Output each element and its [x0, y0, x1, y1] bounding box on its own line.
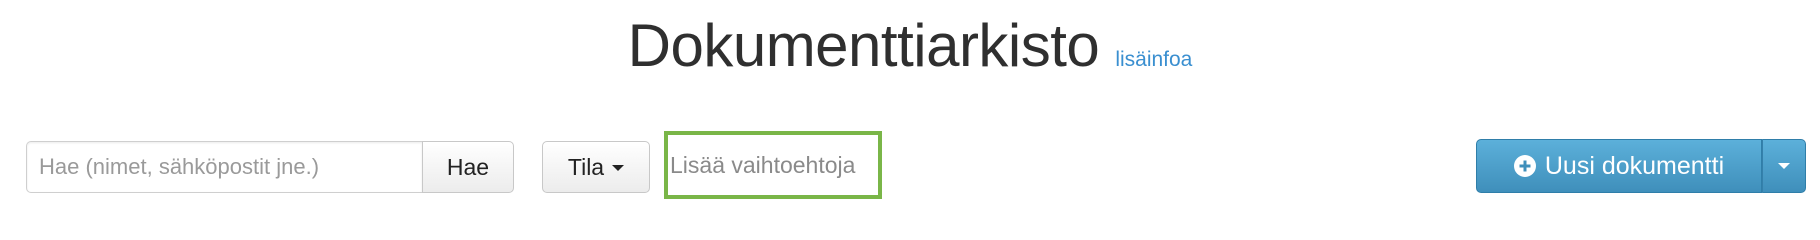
- new-document-dropdown-button[interactable]: [1762, 139, 1806, 193]
- search-input[interactable]: [26, 141, 422, 193]
- info-link[interactable]: lisäinfoa: [1115, 48, 1192, 72]
- new-document-label: Uusi dokumentti: [1544, 151, 1725, 180]
- new-document-group: Uusi dokumentti: [1476, 139, 1806, 193]
- status-filter-button[interactable]: Tila: [542, 141, 650, 193]
- page-title: Dokumenttiarkisto: [627, 12, 1100, 79]
- more-options-link[interactable]: Lisää vaihtoehtoja: [664, 131, 882, 199]
- caret-down-icon: [612, 165, 625, 171]
- header: Dokumenttiarkisto lisäinfoa: [0, 8, 1820, 84]
- search-button[interactable]: Hae: [422, 141, 514, 193]
- new-document-button[interactable]: Uusi dokumentti: [1476, 139, 1762, 193]
- search-button-label: Hae: [446, 153, 490, 180]
- more-options-label: Lisää vaihtoehtoja: [670, 151, 856, 178]
- search-group: Hae: [26, 141, 514, 193]
- toolbar: Hae Tila Lisää vaihtoehtoja Uusi dokumen…: [26, 131, 1806, 199]
- page: Dokumenttiarkisto lisäinfoa Hae Tila Lis…: [0, 0, 1820, 240]
- caret-down-icon: [1778, 163, 1790, 169]
- status-filter-label: Tila: [567, 153, 605, 180]
- plus-circle-icon: [1513, 155, 1536, 177]
